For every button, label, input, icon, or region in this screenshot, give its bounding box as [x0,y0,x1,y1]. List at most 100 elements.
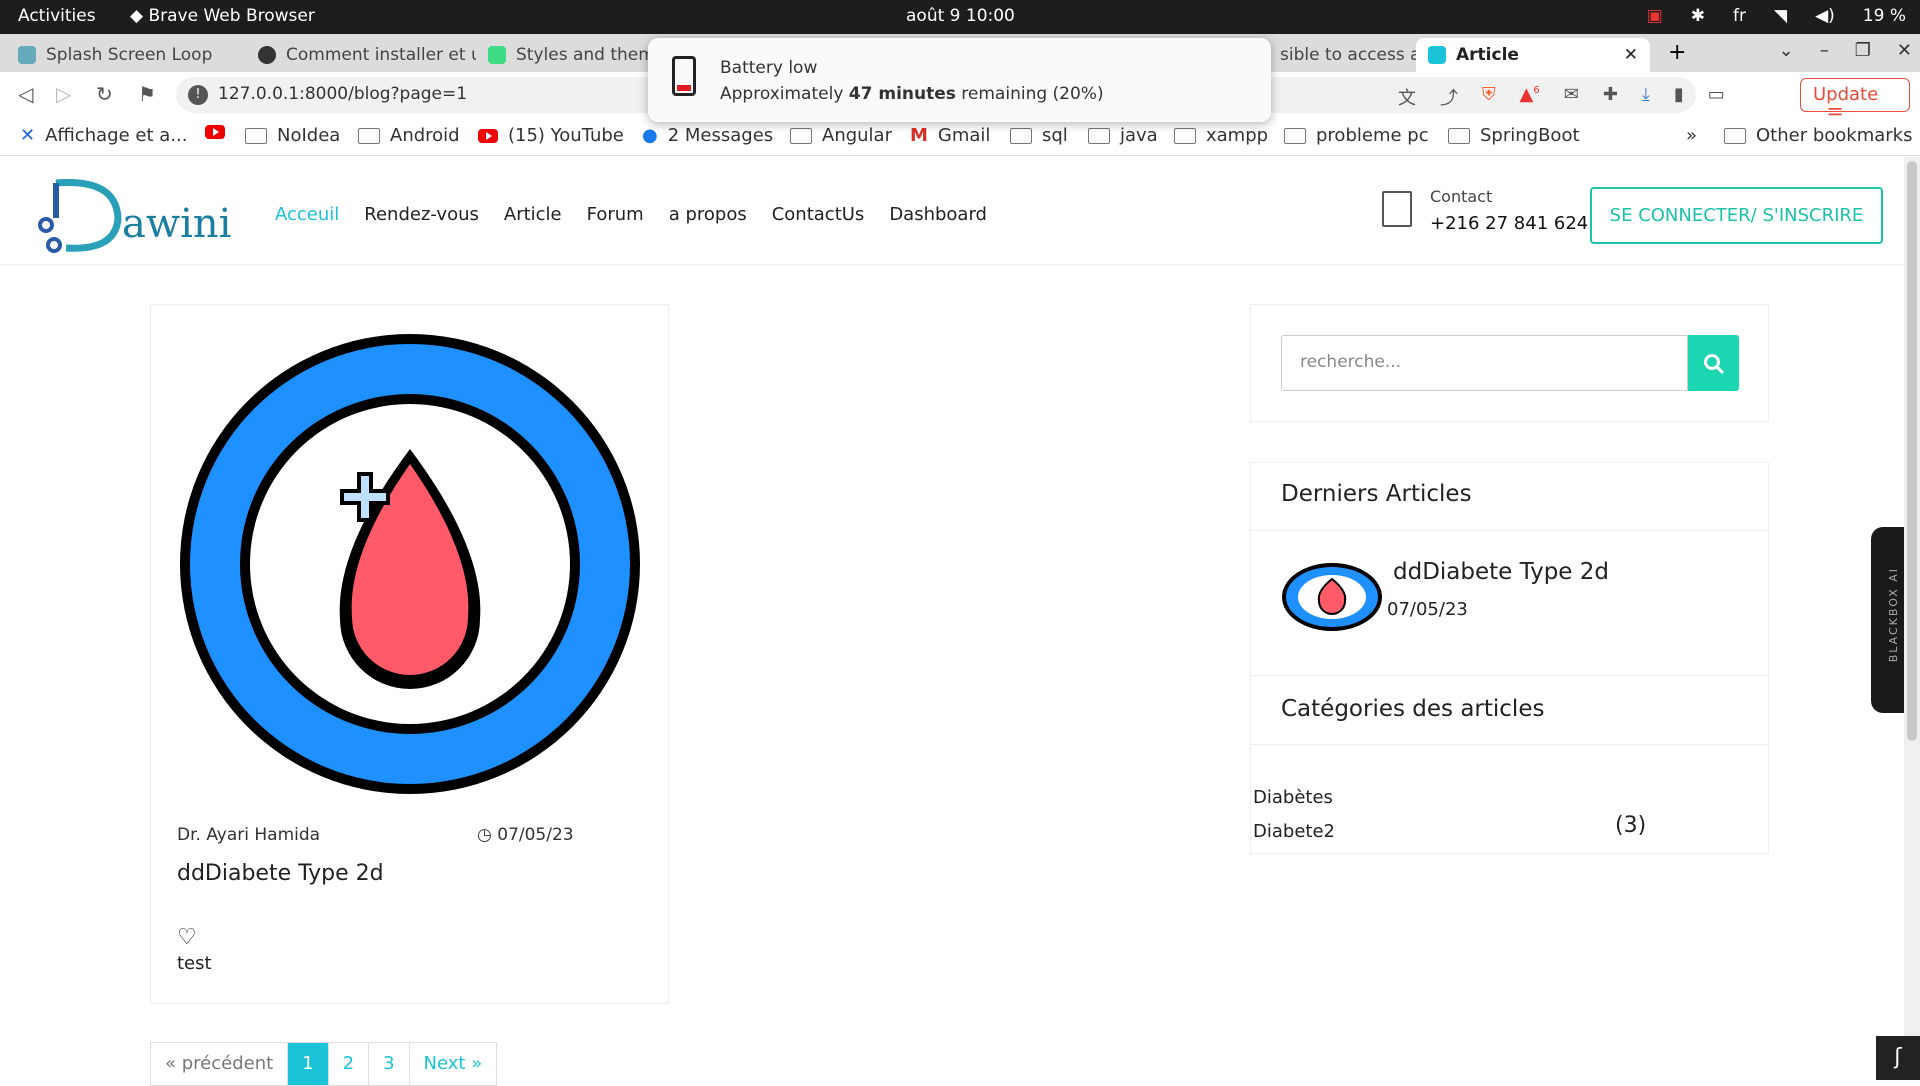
download-icon[interactable]: ⤓ [1642,84,1650,110]
forward-icon[interactable]: ▷ [56,82,71,106]
nav-contactus[interactable]: ContactUs [772,204,865,225]
folder-icon [1088,127,1110,144]
bookmark-icon[interactable]: ⚑ [138,82,156,106]
bookmark-youtube[interactable]: (15) YouTube [478,125,624,146]
bookmark-label: NoIdea [277,125,341,146]
category-diabete2[interactable]: Diabete2 [1253,821,1335,842]
close-tab-icon[interactable]: ✕ [1624,45,1638,65]
latest-article-title[interactable]: ddDiabete Type 2d [1393,559,1609,585]
bookmark-label: sql [1042,125,1068,146]
latest-article-date: 07/05/23 [1387,599,1468,620]
reload-icon[interactable]: ↻ [96,82,113,106]
tab-splash-screen[interactable]: Splash Screen Loop [6,38,246,72]
nav-acceuil[interactable]: Acceuil [275,204,339,225]
bookmark-label: 2 Messages [667,125,774,146]
search-button[interactable] [1688,335,1739,391]
bookmark-label: Other bookmarks [1756,125,1913,146]
nav-a-propos[interactable]: a propos [669,204,747,225]
clock-icon: ◷ [477,825,492,845]
bookmark-angular[interactable]: Angular [790,125,892,146]
building-icon [1382,191,1412,227]
pagination-next[interactable]: Next » [410,1043,497,1085]
nav-dashboard[interactable]: Dashboard [889,204,987,225]
folder-icon [245,127,267,144]
nav-rendez-vous[interactable]: Rendez-vous [364,204,479,225]
bookmark-label: Gmail [937,125,991,146]
translate-icon[interactable]: 文 [1398,84,1416,110]
post-date: ◷ 07/05/23 [477,825,574,845]
close-window-icon[interactable]: ✕ [1897,40,1912,61]
tab-article[interactable]: Article ✕ [1416,38,1650,72]
bookmark-youtube-small[interactable] [205,125,225,139]
system-tray[interactable]: ▣ ✱ fr ◥ ◀) 19 % [1647,6,1906,26]
post-excerpt: test [177,953,212,974]
bookmark-gmail[interactable]: M Gmail [910,125,990,146]
app-menu[interactable]: ◆ Brave Web Browser [130,6,315,26]
page-scrollbar[interactable] [1904,157,1920,1080]
tab-styles-themes[interactable]: Styles and them [476,38,652,72]
battery-indicator: 19 % [1862,6,1906,26]
new-tab-button[interactable]: + [1668,40,1686,65]
logo-text[interactable]: awini [122,201,231,247]
nav-forum[interactable]: Forum [587,204,644,225]
scrollbar-thumb[interactable] [1907,161,1917,741]
sidebar-icon[interactable]: ▮ [1674,84,1684,110]
pagination-page-1[interactable]: 1 [288,1043,329,1085]
login-register-button[interactable]: SE CONNECTER/ S'INSCRIRE [1590,187,1883,244]
app-name: Brave Web Browser [148,6,315,26]
notification-body: Approximately 47 minutes remaining (20%) [720,84,1104,104]
contact-phone[interactable]: +216 27 841 624 [1430,213,1588,234]
bookmark-probleme-pc[interactable]: probleme pc [1284,125,1429,146]
heart-icon[interactable]: ♡ [177,925,197,950]
brave-rewards-icon[interactable]: ▲6 [1520,84,1540,110]
activities-button[interactable]: Activities [18,6,96,26]
back-icon[interactable]: ◁ [18,82,33,106]
pagination-page-2[interactable]: 2 [329,1043,370,1085]
search-icon [1704,354,1725,375]
folder-icon [1284,127,1306,144]
bookmark-affichage[interactable]: ✕ Affichage et a... [20,125,187,146]
battery-low-notification[interactable]: Battery low Approximately 47 minutes rem… [648,38,1271,122]
bookmark-springboot[interactable]: SpringBoot [1448,125,1580,146]
bookmark-label: SpringBoot [1480,125,1580,146]
update-button[interactable]: Update ☰ [1800,78,1910,126]
bookmark-xampp[interactable]: xampp [1174,125,1268,146]
latest-articles-widget: Derniers Articles ddDiabete Type 2d 07/0… [1250,462,1769,854]
tab-access[interactable]: sible to access a [1268,38,1416,72]
symfony-toolbar-icon[interactable]: ʃ [1876,1036,1920,1080]
bookmark-other[interactable]: Other bookmarks [1724,125,1912,146]
dawini-favicon-icon [1428,46,1446,64]
post-title[interactable]: ddDiabete Type 2d [177,861,384,886]
brave-shield-icon[interactable]: ⛨ [1482,84,1496,110]
volume-icon: ◀) [1815,6,1835,26]
pagination-prev[interactable]: « précédent [151,1043,289,1085]
nav-article[interactable]: Article [504,204,562,225]
extensions-icon[interactable]: ✚ [1603,84,1618,110]
bookmark-noidea[interactable]: NoIdea [245,125,340,146]
wallet-icon[interactable]: ▭ [1708,84,1725,110]
share-icon[interactable]: ⤴ [1440,84,1458,110]
clock[interactable]: août 9 10:00 [906,6,1015,26]
maximize-icon[interactable]: ❐ [1855,40,1871,61]
tab-list-icon[interactable]: ⌄ [1779,40,1794,61]
bookmarks-overflow-button[interactable]: » [1686,125,1697,146]
pagination-page-3[interactable]: 3 [369,1043,410,1085]
youtube-icon [205,125,225,139]
bookmark-sql[interactable]: sql [1010,125,1068,146]
mail-icon[interactable]: ✉ [1564,84,1579,110]
search-input[interactable]: recherche... [1281,335,1688,391]
dawini-logo-icon[interactable] [36,173,126,253]
bookmark-messages[interactable]: ● 2 Messages [642,125,773,146]
notification-minutes: 47 minutes [848,84,956,104]
bookmark-android[interactable]: Android [358,125,460,146]
site-info-icon[interactable]: ! [188,85,208,105]
category-diabetes[interactable]: Diabètes [1253,787,1333,808]
bookmark-label: Angular [822,125,892,146]
folder-icon [790,127,812,144]
bookmark-java[interactable]: java [1088,125,1158,146]
minimize-icon[interactable]: – [1820,40,1829,61]
blood-drop-image[interactable] [175,329,645,799]
language-indicator[interactable]: fr [1733,6,1746,26]
tab-comment-installer[interactable]: Comment installer et u [246,38,476,72]
latest-article-thumbnail[interactable] [1281,561,1383,633]
